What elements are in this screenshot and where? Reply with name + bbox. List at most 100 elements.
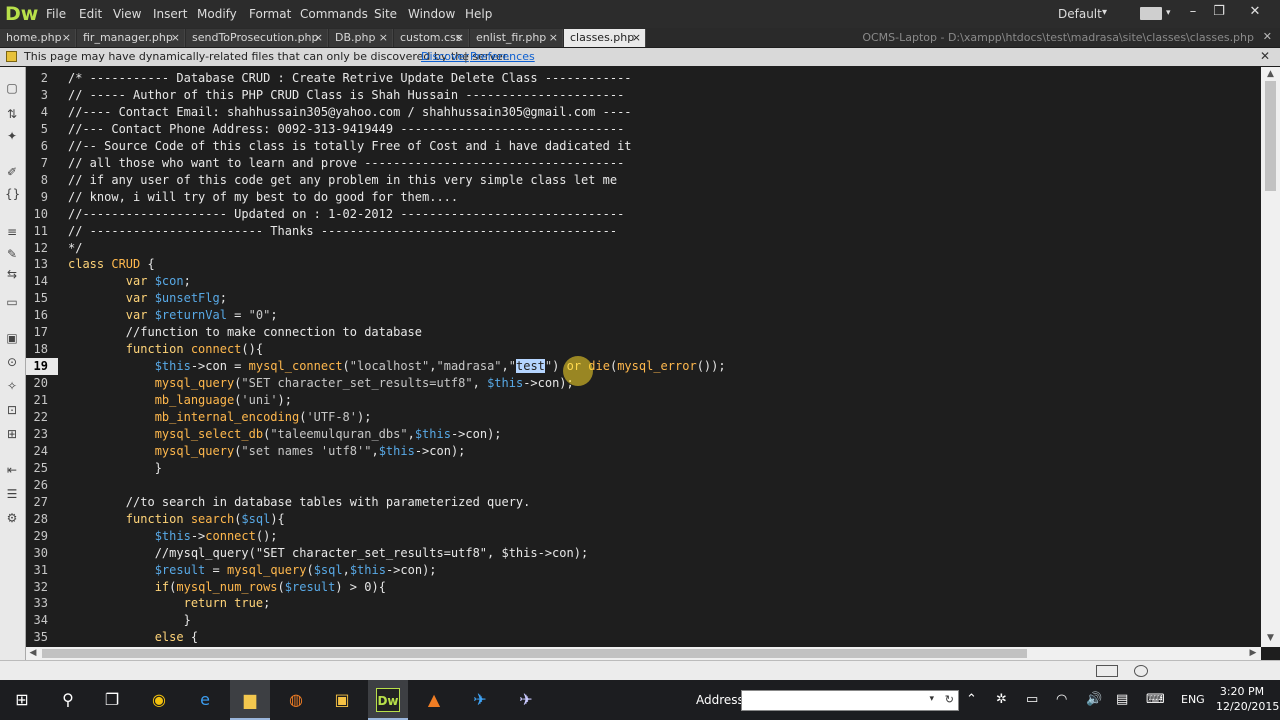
code-line[interactable]: var $returnVal = "0";	[68, 307, 278, 324]
syntax-error-icon[interactable]: ⇆	[5, 267, 19, 281]
menu-edit[interactable]: Edit	[79, 7, 102, 21]
code-line[interactable]: mysql_query("set names 'utf8'",$this->co…	[68, 443, 466, 460]
dolphin-icon[interactable]: ✈	[468, 688, 492, 712]
edge-icon[interactable]: e	[193, 688, 217, 712]
recent-snippets-icon[interactable]: ✧	[5, 379, 19, 393]
remove-comment-icon[interactable]: ▣	[5, 331, 19, 345]
file-explorer-icon[interactable]: ▆	[238, 688, 262, 712]
xampp-icon[interactable]: ▣	[330, 688, 354, 712]
code-line[interactable]: /* ----------- Database CRUD : Create Re…	[68, 70, 632, 87]
menu-format[interactable]: Format	[249, 7, 291, 21]
apply-comment-icon[interactable]: ▭	[5, 295, 19, 309]
code-line[interactable]: var $con;	[68, 273, 191, 290]
code-line[interactable]: //-------------------- Updated on : 1-02…	[68, 206, 624, 223]
code-line[interactable]: //-- Source Code of this class is totall…	[68, 138, 632, 155]
balance-braces-icon[interactable]: {}	[5, 187, 20, 201]
workspace-switcher[interactable]: Default	[1058, 7, 1102, 21]
settings-icon[interactable]: ⚙	[5, 511, 19, 525]
tab-sendtoprosecution-php[interactable]: sendToProsecution.php ×	[186, 29, 328, 47]
menu-commands[interactable]: Commands	[300, 7, 368, 21]
code-line[interactable]: mysql_query("SET character_set_results=u…	[68, 375, 574, 392]
tab-custom-css[interactable]: custom.css ×	[394, 29, 469, 47]
vertical-scrollbar[interactable]: ▲ ▼	[1261, 67, 1280, 647]
chevron-down-icon[interactable]: ▾	[1102, 7, 1107, 18]
tab-close-icon[interactable]: ×	[455, 29, 464, 46]
discover-link[interactable]: Discover	[421, 50, 469, 63]
code-line[interactable]: return true;	[68, 595, 271, 612]
code-line[interactable]: $this->con = mysql_connect("localhost","…	[68, 358, 726, 375]
notification-icon[interactable]: ▤	[1116, 692, 1128, 707]
code-line[interactable]: //to search in database tables with para…	[68, 494, 531, 511]
search-icon[interactable]: ⚲	[56, 688, 80, 712]
code-line[interactable]: function search($sql){	[68, 511, 285, 528]
vertical-scroll-thumb[interactable]	[1265, 81, 1276, 191]
tab-close-icon[interactable]: ×	[314, 29, 323, 46]
code-line[interactable]: mysql_select_db("taleemulquran_dbs",$thi…	[68, 426, 502, 443]
code-line[interactable]: else {	[68, 629, 198, 646]
language-indicator[interactable]: ENG	[1181, 693, 1205, 706]
select-parent-tag-icon[interactable]: ✐	[5, 165, 19, 179]
code-line[interactable]: var $unsetFlg;	[68, 290, 227, 307]
code-line[interactable]: //mysql_query("SET character_set_results…	[68, 545, 588, 562]
refresh-icon[interactable]: ↻	[945, 693, 954, 706]
tab-close-icon[interactable]: ×	[379, 29, 388, 46]
close-icon[interactable]: ✕	[1263, 30, 1272, 43]
tab-classes-php[interactable]: classes.php ×	[564, 29, 646, 47]
code-line[interactable]: class CRUD {	[68, 256, 155, 273]
tab-close-icon[interactable]: ×	[62, 29, 71, 46]
code-line[interactable]: mb_internal_encoding('UTF-8');	[68, 409, 372, 426]
windows-start-icon[interactable]: ⊞	[10, 688, 34, 712]
tab-home-php[interactable]: home.php ×	[0, 29, 76, 47]
horizontal-scrollbar[interactable]: ◀ ▶	[26, 647, 1261, 660]
code-line[interactable]: $this->connect();	[68, 528, 278, 545]
code-line[interactable]: // know, i will try of my best to do goo…	[68, 189, 458, 206]
code-line[interactable]: //--- Contact Phone Address: 0092-313-94…	[68, 121, 624, 138]
tab-db-php[interactable]: DB.php ×	[329, 29, 393, 47]
chevron-up-icon[interactable]: ⌃	[966, 692, 977, 707]
preferences-link[interactable]: Preferences	[470, 50, 535, 63]
wrap-tag-icon[interactable]: ⊙	[5, 355, 19, 369]
volume-icon[interactable]: 🔊	[1086, 692, 1102, 707]
open-documents-icon[interactable]: ▢	[5, 81, 19, 95]
close-window-button[interactable]: ✕	[1244, 4, 1266, 22]
scroll-down-icon[interactable]: ▼	[1261, 633, 1280, 643]
code-line[interactable]: }	[68, 460, 162, 477]
line-numbers-icon[interactable]: ≡	[5, 225, 19, 239]
dropbox-icon[interactable]: ✲	[996, 692, 1007, 707]
tab-close-icon[interactable]: ×	[632, 29, 641, 46]
code-line[interactable]: // if any user of this code get any prob…	[68, 172, 617, 189]
code-line[interactable]: // all those who want to learn and prove…	[68, 155, 624, 172]
outdent-code-icon[interactable]: ⇤	[5, 463, 19, 477]
code-line[interactable]: */	[68, 240, 82, 257]
move-css-icon[interactable]: ⊡	[5, 403, 19, 417]
format-source-icon[interactable]: ☰	[5, 487, 19, 501]
mysql-icon[interactable]: ✈	[514, 688, 538, 712]
tab-fir-manager-php[interactable]: fir_manager.php ×	[77, 29, 185, 47]
indent-code-icon[interactable]: ⊞	[5, 427, 19, 441]
menu-modify[interactable]: Modify	[197, 7, 237, 21]
code-line[interactable]: if(mysql_num_rows($result) > 0){	[68, 579, 386, 596]
task-view-icon[interactable]: ❐	[100, 688, 124, 712]
info-bar-close-button[interactable]: ✕	[1260, 49, 1270, 63]
maximize-button[interactable]: ❐	[1208, 4, 1230, 22]
minimize-button[interactable]: –	[1182, 4, 1204, 22]
vlc-icon[interactable]: ▲	[422, 688, 446, 712]
chevron-down-icon[interactable]: ▾	[929, 694, 934, 704]
battery-icon[interactable]: ▭	[1026, 692, 1038, 707]
menu-view[interactable]: View	[113, 7, 141, 21]
window-size-icon[interactable]	[1096, 665, 1118, 677]
code-line[interactable]: // ------------------------ Thanks -----…	[68, 223, 617, 240]
tab-enlist-fir-php[interactable]: enlist_fir.php ×	[470, 29, 563, 47]
horizontal-scroll-thumb[interactable]	[42, 649, 1027, 658]
menu-file[interactable]: File	[46, 7, 66, 21]
code-line[interactable]: // ----- Author of this PHP CRUD Class i…	[68, 87, 624, 104]
keyboard-icon[interactable]: ⌨	[1146, 692, 1165, 707]
dreamweaver-taskbar-icon[interactable]: Dw	[376, 688, 400, 712]
layout-grid-icon[interactable]	[1140, 7, 1162, 20]
menu-help[interactable]: Help	[465, 7, 492, 21]
tab-close-icon[interactable]: ×	[171, 29, 180, 46]
file-management-icon[interactable]: ⇅	[5, 107, 19, 121]
menu-window[interactable]: Window	[408, 7, 455, 21]
code-line[interactable]: function connect(){	[68, 341, 263, 358]
code-line[interactable]: //function to make connection to databas…	[68, 324, 422, 341]
